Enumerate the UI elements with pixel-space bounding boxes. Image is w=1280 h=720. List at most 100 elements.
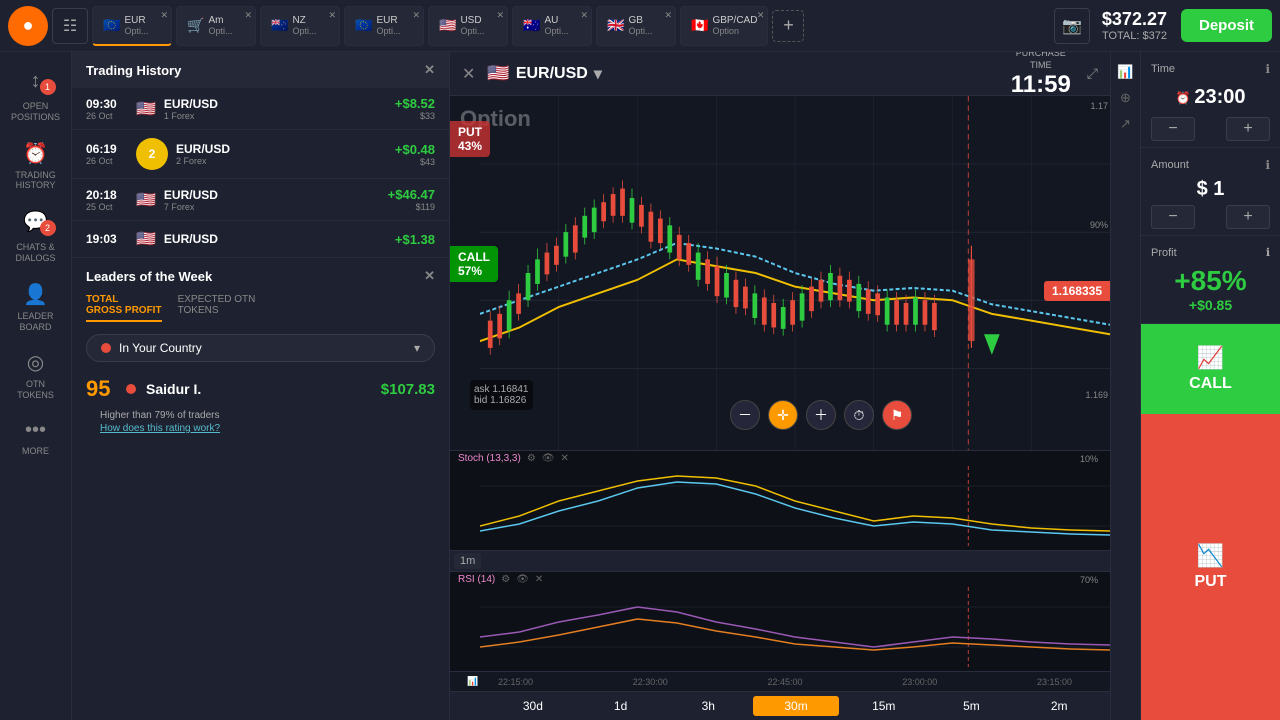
period-15m[interactable]: 15m xyxy=(841,696,927,716)
amount-info-icon[interactable]: ℹ xyxy=(1265,158,1270,172)
leader-link[interactable]: How does this rating work? xyxy=(100,423,435,434)
sidebar-item-chats[interactable]: 💬 2 CHATS &DIALOGS xyxy=(0,201,71,272)
tab-sublabel: Option xyxy=(712,26,757,36)
stoch-eye-icon[interactable]: 👁 xyxy=(542,453,555,464)
trading-history-header: Trading History ✕ xyxy=(72,52,449,88)
stoch-close-icon[interactable]: ✕ xyxy=(560,453,568,464)
profit-section-title: Profit ℹ xyxy=(1151,246,1270,259)
tab-close-icon[interactable]: ✕ xyxy=(244,10,252,21)
flag-button[interactable]: ⚑ xyxy=(882,400,912,430)
call-button[interactable]: 📈 CALL xyxy=(1141,324,1280,414)
tab-flag: 🇬🇧 xyxy=(607,17,624,34)
tab-flag: 🇦🇺 xyxy=(523,17,540,34)
time-minus-button[interactable]: − xyxy=(1151,117,1195,141)
tab-au[interactable]: 🇦🇺 AU Opti... ✕ xyxy=(512,6,592,46)
zoom-out-button[interactable]: － xyxy=(730,400,760,430)
tab-nzd[interactable]: 🇳🇿 NZ Opti... ✕ xyxy=(260,6,340,46)
screenshot-button[interactable]: 📷 xyxy=(1054,8,1090,44)
period-3h[interactable]: 3h xyxy=(665,696,751,716)
price-axis-bottom: 1.169 xyxy=(1085,390,1108,400)
tab-usd[interactable]: 🇺🇸 USD Opti... ✕ xyxy=(428,6,508,46)
pair-selector[interactable]: 🇺🇸 EUR/USD ▾ xyxy=(487,63,601,84)
tab-close-icon[interactable]: ✕ xyxy=(412,10,420,21)
amount-label-text: Amount xyxy=(1151,159,1189,171)
rsi-settings-icon[interactable]: ⚙ xyxy=(501,574,510,585)
rsi-eye-icon[interactable]: 👁 xyxy=(516,574,529,585)
deposit-button[interactable]: Deposit xyxy=(1181,9,1272,42)
table-row[interactable]: 06:19 26 Oct 2 EUR/USD 2 Forex +$0.48 $4… xyxy=(72,130,449,179)
leaders-header: Leaders of the Week ✕ xyxy=(86,268,435,284)
table-row[interactable]: 09:30 26 Oct 🇺🇸 EUR/USD 1 Forex +$8.52 $… xyxy=(72,88,449,130)
chart-bar-icon[interactable]: 📊 xyxy=(1114,60,1138,84)
leader-stats: Higher than 79% of traders xyxy=(100,410,435,421)
tab-sublabel: Opti... xyxy=(376,26,400,36)
period-30m[interactable]: 30m xyxy=(753,696,839,716)
trade-flag: 🇺🇸 xyxy=(136,99,156,119)
trade-pair: EUR/USD xyxy=(176,142,230,156)
otn-icon: ◎ xyxy=(27,350,44,375)
trade-amount: $119 xyxy=(388,202,435,212)
grid-button[interactable]: ☷ xyxy=(52,8,88,44)
bid-value: bid 1.16826 xyxy=(474,395,529,406)
chart-line-icon[interactable]: ↗ xyxy=(1114,112,1138,136)
tab-sublabel: Opti... xyxy=(124,26,148,36)
leaders-tab-otn-tokens[interactable]: EXPECTED OTNTOKENS xyxy=(178,294,256,322)
tab-close-icon[interactable]: ✕ xyxy=(328,10,336,21)
rsi-close-icon[interactable]: ✕ xyxy=(535,574,543,585)
tab-gbp-cad[interactable]: 🇨🇦 GBP/CAD Option ✕ xyxy=(680,6,768,46)
table-row[interactable]: 19:03 🇺🇸 EUR/USD +$1.38 xyxy=(72,221,449,258)
sidebar-item-otn-tokens[interactable]: ◎ OTNTOKENS xyxy=(0,342,71,409)
time-plus-button[interactable]: + xyxy=(1226,117,1270,141)
tab-close-icon[interactable]: ✕ xyxy=(757,10,765,21)
tab-eur-usd[interactable]: 🇪🇺 EUR Opti... ✕ xyxy=(92,6,172,46)
tab-close-icon[interactable]: ✕ xyxy=(496,10,504,21)
ask-value: ask 1.16841 xyxy=(474,384,529,395)
chart-close-button[interactable]: ✕ xyxy=(462,64,475,84)
leaders-tab-gross-profit[interactable]: TOTALGROSS PROFIT xyxy=(86,294,162,322)
tab-flag: 🇪🇺 xyxy=(103,17,120,34)
leaders-tabs: TOTALGROSS PROFIT EXPECTED OTNTOKENS xyxy=(86,294,435,322)
stoch-label: Stoch (13,3,3) xyxy=(458,453,521,464)
crosshair-button[interactable]: ✛ xyxy=(768,400,798,430)
zoom-in-button[interactable]: ＋ xyxy=(806,400,836,430)
clock-icon: ⏰ xyxy=(1175,91,1190,105)
tab-eur[interactable]: 🇪🇺 EUR Opti... ✕ xyxy=(344,6,424,46)
add-tab-button[interactable]: + xyxy=(772,10,804,42)
chart-cursor-icon[interactable]: ⊕ xyxy=(1114,86,1138,110)
country-dropdown[interactable]: In Your Country ▾ xyxy=(86,334,435,362)
trading-history-close[interactable]: ✕ xyxy=(424,62,435,78)
trade-time: 09:30 xyxy=(86,97,128,111)
purchase-time-label: PURCHASETIME xyxy=(1011,52,1071,71)
trade-flag: 🇺🇸 xyxy=(136,190,156,210)
tab-close-icon[interactable]: ✕ xyxy=(664,10,672,21)
sidebar-item-open-positions[interactable]: ↕ 1 OPENPOSITIONS xyxy=(0,62,71,131)
chart-expand-button[interactable]: ⤢ xyxy=(1087,65,1098,82)
put-button[interactable]: 📉 PUT xyxy=(1141,414,1280,720)
more-icon: ••• xyxy=(25,419,46,442)
sidebar-item-more[interactable]: ••• MORE xyxy=(0,411,71,465)
trade-sub: 2 Forex xyxy=(176,156,230,166)
sidebar-item-trading-history[interactable]: ⏰ TRADINGHISTORY xyxy=(0,133,71,200)
balance-value: $372.27 xyxy=(1102,9,1167,30)
table-row[interactable]: 20:18 25 Oct 🇺🇸 EUR/USD 7 Forex +$46.47 … xyxy=(72,179,449,221)
tab-label: EUR xyxy=(376,15,400,26)
period-30d[interactable]: 30d xyxy=(490,696,576,716)
tab-close-icon[interactable]: ✕ xyxy=(580,10,588,21)
sidebar-item-leaderboard[interactable]: 👤 LEADERBOARD xyxy=(0,274,71,341)
clock-button[interactable]: ⏱ xyxy=(844,400,874,430)
period-2m[interactable]: 2m xyxy=(1016,696,1102,716)
amount-plus-button[interactable]: + xyxy=(1226,205,1270,229)
logo-icon: ● xyxy=(23,15,34,36)
stoch-settings-icon[interactable]: ⚙ xyxy=(527,453,536,464)
period-5m[interactable]: 5m xyxy=(929,696,1015,716)
tab-close-icon[interactable]: ✕ xyxy=(160,10,168,21)
leaders-close[interactable]: ✕ xyxy=(424,268,435,284)
tab-amazon[interactable]: 🛒 Am Opti... ✕ xyxy=(176,6,256,46)
amount-minus-button[interactable]: − xyxy=(1151,205,1195,229)
logo-button[interactable]: ● xyxy=(8,6,48,46)
trade-avatar: 2 xyxy=(136,138,168,170)
profit-info-icon[interactable]: ℹ xyxy=(1266,246,1270,259)
time-info-icon[interactable]: ℹ xyxy=(1265,62,1270,76)
tab-gb[interactable]: 🇬🇧 GB Opti... ✕ xyxy=(596,6,676,46)
period-1d[interactable]: 1d xyxy=(578,696,664,716)
